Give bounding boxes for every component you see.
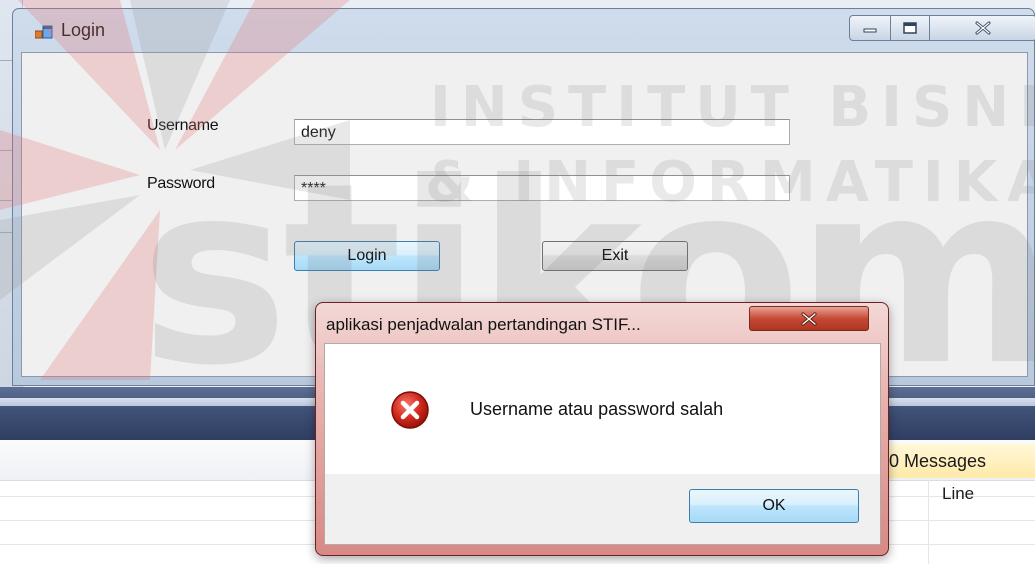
- minimize-icon: [863, 28, 877, 33]
- close-icon: [801, 311, 817, 326]
- login-title-bar[interactable]: Login: [13, 9, 1035, 51]
- messages-filter-tab[interactable]: 0 Messages: [880, 444, 1035, 478]
- exit-button[interactable]: Exit: [542, 241, 688, 271]
- error-dialog: aplikasi penjadwalan pertandingan STIF..…: [315, 302, 889, 556]
- close-icon: [975, 21, 991, 35]
- dialog-body: Username atau password salah: [324, 343, 881, 477]
- login-button[interactable]: Login: [294, 241, 440, 271]
- password-field[interactable]: ****: [294, 175, 790, 201]
- dialog-title: aplikasi penjadwalan pertandingan STIF..…: [326, 315, 641, 334]
- minimize-button[interactable]: [849, 15, 891, 41]
- maximize-button[interactable]: [890, 15, 930, 41]
- error-icon: [391, 391, 429, 429]
- dialog-close-button[interactable]: [749, 306, 869, 331]
- dialog-footer: OK: [324, 474, 881, 545]
- username-field[interactable]: deny: [294, 119, 790, 145]
- dialog-message: Username atau password salah: [470, 399, 724, 419]
- line-column-header[interactable]: Line: [942, 484, 974, 504]
- username-label: Username: [147, 117, 219, 134]
- close-button[interactable]: [929, 15, 1035, 41]
- maximize-icon: [903, 22, 917, 34]
- ok-button[interactable]: OK: [689, 489, 859, 523]
- form-icon: [35, 25, 53, 39]
- table-column-divider: [928, 480, 929, 564]
- messages-filter-label: 0 Messages: [889, 450, 987, 471]
- login-window-title: Login: [61, 20, 106, 40]
- password-label: Password: [147, 175, 215, 192]
